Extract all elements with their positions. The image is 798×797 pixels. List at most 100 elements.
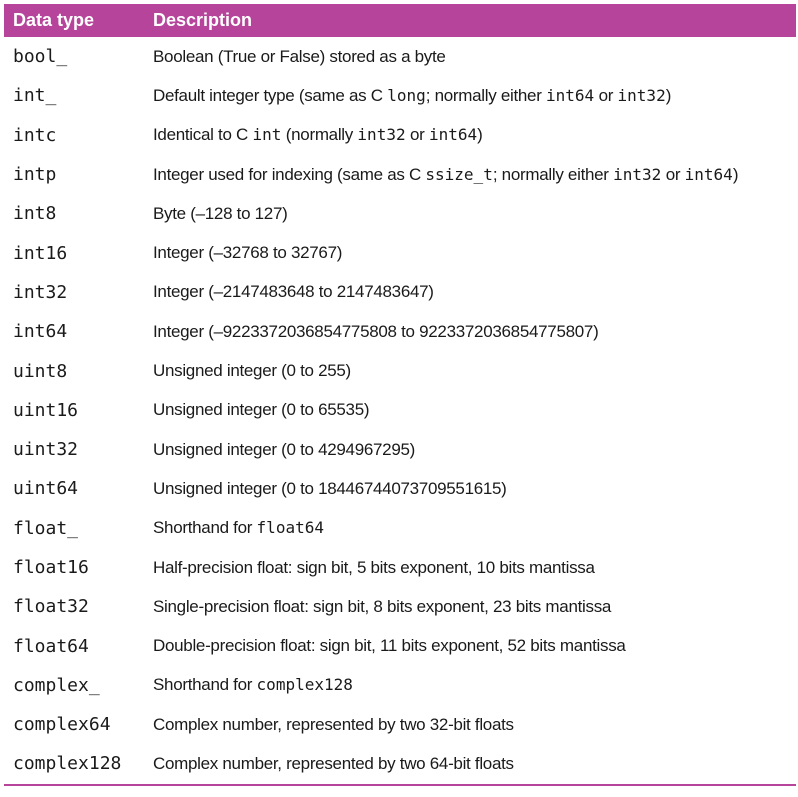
data-type-cell: uint32 [13, 439, 79, 461]
inline-code: float64 [256, 518, 324, 538]
description-text: Unsigned integer (0 to 18446744073709551… [153, 478, 507, 498]
description-cell: Double-precision float: sign bit, 11 bit… [144, 626, 796, 665]
inline-code: int32 [613, 164, 662, 184]
table-row: int64 Integer (–9223372036854775808 to 92… [4, 312, 796, 351]
description-cell: Integer (–9223372036854775808 to 9223372… [144, 312, 796, 351]
description-text: Byte (–128 to 127) [153, 203, 288, 223]
description-text: Shorthand for [153, 675, 257, 695]
table-row: int16 Integer (–32768 to 32767) [4, 233, 796, 272]
description-cell: Integer (–2147483648 to 2147483647) [144, 273, 796, 312]
description-cell: Half-precision float: sign bit, 5 bits e… [144, 548, 796, 587]
description-text: Shorthand for [153, 518, 257, 538]
description-cell: Byte (–128 to 127) [144, 194, 796, 233]
inline-code: long [387, 85, 426, 105]
table-row: bool_ Boolean (True or False) stored as a… [4, 37, 796, 76]
data-type-cell: float_ [13, 517, 79, 539]
description-text: or [661, 164, 685, 184]
inline-code: ssize_t [425, 164, 493, 184]
inline-code: int64 [428, 125, 478, 145]
description-text: Unsigned integer (0 to 4294967295) [153, 439, 415, 459]
description-text: Complex number, represented by two 64-bi… [153, 753, 514, 773]
table-row: complex128 Complex number, represented by… [4, 744, 796, 786]
data-type-cell: bool_ [13, 46, 68, 68]
table-row: float64 Double-precision float: sign bit,… [4, 626, 796, 665]
dtype-table: Data type Description bool_ Boolean (True… [4, 4, 796, 786]
description-text: Integer used for indexing (same as C [153, 164, 426, 184]
table-header: Data type Description [4, 4, 796, 37]
table-row: uint64 Unsigned integer (0 to 18446744073… [4, 469, 796, 508]
data-type-cell: float32 [13, 596, 89, 618]
description-cell: Integer (–32768 to 32767) [144, 233, 796, 272]
inline-code: int32 [357, 125, 406, 145]
description-cell: Complex number, represented by two 64-bi… [144, 744, 796, 786]
description-text: (normally [281, 125, 358, 145]
data-type-cell: float16 [13, 557, 89, 578]
table-row: uint8 Unsigned integer (0 to 255) [4, 351, 796, 390]
header-row: Data type Description [4, 4, 796, 37]
data-type-cell: int8 [13, 203, 57, 225]
description-text: Unsigned integer (0 to 65535) [153, 400, 370, 420]
data-type-cell: int64 [13, 321, 68, 343]
data-type-cell: uint64 [13, 478, 79, 500]
data-type-cell: uint8 [13, 360, 68, 382]
description-text: Complex number, represented by two 32-bi… [153, 714, 514, 734]
description-cell: Default integer type (same as C long; no… [144, 76, 796, 115]
description-cell: Identical to C int (normally int32 or in… [144, 116, 796, 155]
data-type-cell: intc [13, 124, 57, 146]
table-row: int8 Byte (–128 to 127) [4, 194, 796, 233]
data-type-cell: complex_ [13, 674, 100, 696]
table-row: uint32 Unsigned integer (0 to 4294967295) [4, 430, 796, 469]
description-text: Single-precision float: sign bit, 8 bits… [153, 596, 612, 616]
column-header-data-type: Data type [4, 4, 144, 37]
table-row: int32 Integer (–2147483648 to 2147483647) [4, 273, 796, 312]
data-type-cell: complex64 [13, 714, 111, 736]
description-cell: Shorthand for complex128 [144, 666, 796, 705]
description-text: ) [665, 85, 672, 105]
inline-code: int64 [684, 164, 733, 184]
table-row: float16 Half-precision float: sign bit, 5… [4, 548, 796, 587]
description-text: ) [732, 164, 739, 184]
description-cell: Integer used for indexing (same as C ssi… [144, 155, 796, 194]
inline-code: int64 [545, 85, 595, 105]
table-row: intc Identical to C int (normally int32 o… [4, 116, 796, 155]
description-text: or [594, 85, 618, 105]
table-row: float32 Single-precision float: sign bit,… [4, 587, 796, 626]
description-cell: Unsigned integer (0 to 4294967295) [144, 430, 796, 469]
inline-code: int32 [617, 85, 666, 105]
data-type-cell: int_ [13, 85, 57, 107]
inline-code: int [252, 125, 282, 145]
description-cell: Complex number, represented by two 32-bi… [144, 705, 796, 744]
data-type-cell: complex128 [4, 744, 144, 786]
description-text: or [405, 125, 429, 145]
table-row: complex_ Shorthand for complex128 [4, 666, 796, 705]
description-text: Double-precision float: sign bit, 11 bit… [153, 636, 626, 656]
description-text: Unsigned integer (0 to 255) [153, 361, 351, 381]
data-type-cell: intp [13, 164, 57, 186]
data-type-cell: int32 [13, 281, 68, 303]
description-text: Integer (–32768 to 32767) [153, 243, 343, 263]
description-cell: Unsigned integer (0 to 18446744073709551… [144, 469, 796, 508]
inline-code: complex128 [256, 675, 353, 695]
table-body: bool_ Boolean (True or False) stored as a… [4, 37, 796, 786]
description-text: Identical to C [153, 125, 253, 145]
description-text: Integer (–9223372036854775808 to 9223372… [153, 321, 599, 341]
description-text: Default integer type (same as C [153, 85, 388, 105]
description-text: ; normally either [425, 85, 546, 105]
description-cell: Boolean (True or False) stored as a byte [144, 37, 796, 76]
description-cell: Shorthand for float64 [144, 509, 796, 548]
description-text: Half-precision float: sign bit, 5 bits e… [153, 557, 595, 577]
data-type-cell: int16 [13, 242, 68, 264]
column-header-description: Description [144, 4, 796, 37]
description-cell: Unsigned integer (0 to 65535) [144, 391, 796, 430]
description-text: ) [477, 125, 483, 145]
table-row: uint16 Unsigned integer (0 to 65535) [4, 391, 796, 430]
data-type-cell: float64 [13, 635, 89, 657]
data-type-cell: uint16 [13, 399, 79, 421]
table-row: float_ Shorthand for float64 [4, 509, 796, 548]
table-row: int_ Default integer type (same as C long… [4, 76, 796, 115]
description-cell: Unsigned integer (0 to 255) [144, 351, 796, 390]
table-row: complex64 Complex number, represented by … [4, 705, 796, 744]
description-text: ; normally either [492, 164, 614, 184]
table-row: intp Integer used for indexing (same as C… [4, 155, 796, 194]
description-text: Integer (–2147483648 to 2147483647) [153, 282, 434, 302]
